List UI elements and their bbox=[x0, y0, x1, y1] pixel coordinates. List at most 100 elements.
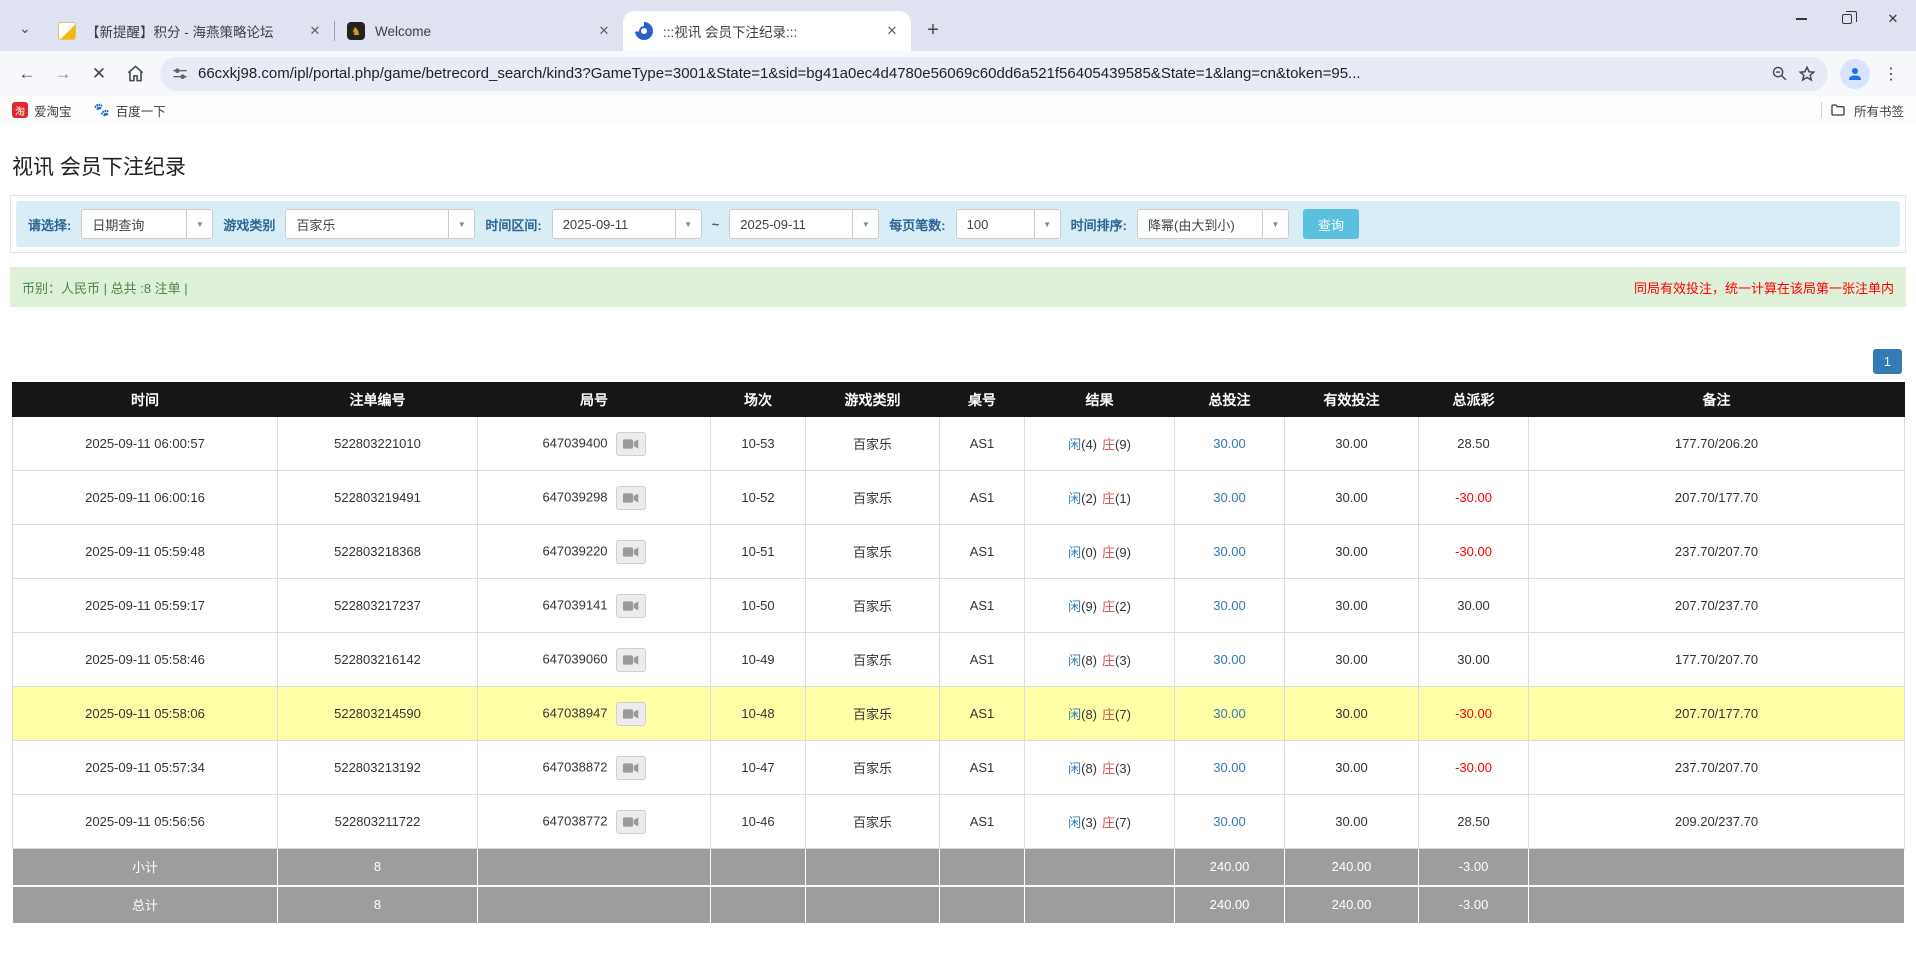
tab-favicon-globe-icon bbox=[635, 22, 653, 40]
bookmark-star-icon[interactable] bbox=[1798, 65, 1816, 83]
per-page-select[interactable]: 100 ▼ bbox=[956, 209, 1061, 239]
zoom-out-icon[interactable] bbox=[1771, 65, 1788, 82]
forward-button[interactable]: → bbox=[46, 57, 80, 91]
game-type-select[interactable]: 百家乐 ▼ bbox=[285, 209, 475, 239]
cell-time: 2025-09-11 05:58:06 bbox=[13, 687, 278, 741]
replay-video-icon-button[interactable] bbox=[616, 540, 646, 564]
url-text[interactable]: 66cxkj98.com/ipl/portal.php/game/betreco… bbox=[198, 65, 1761, 82]
summary-valid-bet: 240.00 bbox=[1285, 849, 1419, 886]
banker-result: 庄 bbox=[1102, 437, 1115, 452]
tab-close-icon[interactable]: ✕ bbox=[306, 22, 324, 40]
cell-session: 10-47 bbox=[711, 741, 806, 795]
cell-valid-bet: 30.00 bbox=[1285, 687, 1419, 741]
taobao-icon: 淘 bbox=[12, 102, 28, 118]
table-header: 总派彩 bbox=[1419, 383, 1529, 417]
chevron-down-icon: ▼ bbox=[1034, 210, 1060, 238]
round-number: 647038872 bbox=[542, 759, 607, 774]
total-bet-link[interactable]: 30.00 bbox=[1213, 760, 1246, 775]
range-separator: ~ bbox=[712, 217, 720, 232]
replay-video-icon-button[interactable] bbox=[616, 648, 646, 672]
address-bar[interactable]: 66cxkj98.com/ipl/portal.php/game/betreco… bbox=[160, 57, 1828, 91]
minimize-button[interactable] bbox=[1778, 0, 1824, 38]
cell-total-bet: 30.00 bbox=[1175, 741, 1285, 795]
total-bet-link[interactable]: 30.00 bbox=[1213, 652, 1246, 667]
page-content: 视讯 会员下注纪录 请选择: 日期查询 ▼ 游戏类别 百家乐 ▼ 时间区间: 2… bbox=[0, 124, 1916, 968]
replay-video-icon-button[interactable] bbox=[616, 810, 646, 834]
table-header: 备注 bbox=[1529, 383, 1905, 417]
cell-note: 207.70/177.70 bbox=[1529, 687, 1905, 741]
cell-round: 647038872 bbox=[478, 741, 711, 795]
cell-valid-bet: 30.00 bbox=[1285, 795, 1419, 849]
cell-time: 2025-09-11 05:58:46 bbox=[13, 633, 278, 687]
time-sort-select[interactable]: 降幂(由大到小) ▼ bbox=[1137, 209, 1289, 239]
cell-time: 2025-09-11 05:57:34 bbox=[13, 741, 278, 795]
cell-round: 647038947 bbox=[478, 687, 711, 741]
banker-result: 庄 bbox=[1102, 707, 1115, 722]
total-bet-link[interactable]: 30.00 bbox=[1213, 814, 1246, 829]
tab-forum[interactable]: 【新提醒】积分 - 海燕策略论坛 ✕ bbox=[46, 11, 334, 51]
replay-video-icon-button[interactable] bbox=[616, 702, 646, 726]
tab-search-chevron-icon[interactable]: ⌄ bbox=[10, 13, 40, 43]
round-number: 647039141 bbox=[542, 597, 607, 612]
cell-note: 177.70/206.20 bbox=[1529, 417, 1905, 471]
table-row: 2025-09-11 05:59:17 522803217237 6470391… bbox=[13, 579, 1905, 633]
baidu-paw-icon: 🐾 bbox=[94, 102, 110, 118]
cell-round: 647039141 bbox=[478, 579, 711, 633]
cell-session: 10-49 bbox=[711, 633, 806, 687]
total-bet-link[interactable]: 30.00 bbox=[1213, 706, 1246, 721]
query-type-select[interactable]: 日期查询 ▼ bbox=[81, 209, 213, 239]
new-tab-button[interactable]: + bbox=[919, 16, 947, 44]
cell-session: 10-53 bbox=[711, 417, 806, 471]
tab-close-icon[interactable]: ✕ bbox=[883, 22, 901, 40]
date-to-select[interactable]: 2025-09-11 ▼ bbox=[729, 209, 879, 239]
home-button[interactable] bbox=[118, 57, 152, 91]
browser-menu-icon[interactable]: ⋮ bbox=[1876, 64, 1906, 84]
cell-result: 闲(9)庄(2) bbox=[1025, 579, 1175, 633]
cell-valid-bet: 30.00 bbox=[1285, 741, 1419, 795]
summary-count: 8 bbox=[278, 849, 478, 886]
site-settings-icon[interactable] bbox=[172, 66, 188, 82]
table-header: 桌号 bbox=[940, 383, 1025, 417]
total-bet-link[interactable]: 30.00 bbox=[1213, 544, 1246, 559]
player-result: 闲 bbox=[1068, 707, 1081, 722]
all-bookmarks[interactable]: 所有书签 bbox=[1821, 101, 1904, 120]
tab-welcome[interactable]: ♞ Welcome ✕ bbox=[335, 11, 623, 51]
cell-payout: 28.50 bbox=[1419, 795, 1529, 849]
info-bar: 币别：人民币 | 总共 :8 注单 | 同局有效投注，统一计算在该局第一张注单内 bbox=[10, 267, 1906, 307]
restore-button[interactable] bbox=[1824, 0, 1870, 38]
cell-payout: -30.00 bbox=[1419, 741, 1529, 795]
cell-payout: 30.00 bbox=[1419, 579, 1529, 633]
table-header: 结果 bbox=[1025, 383, 1175, 417]
replay-video-icon-button[interactable] bbox=[616, 486, 646, 510]
summary-count: 8 bbox=[278, 886, 478, 923]
cell-game: 百家乐 bbox=[806, 633, 940, 687]
page-1-button[interactable]: 1 bbox=[1873, 349, 1902, 374]
page-title: 视讯 会员下注纪录 bbox=[0, 124, 1916, 181]
cell-bet-id: 522803219491 bbox=[278, 471, 478, 525]
tab-bet-records-active[interactable]: :::视讯 会员下注纪录::: ✕ bbox=[623, 11, 911, 51]
cell-table: AS1 bbox=[940, 471, 1025, 525]
stop-loading-button[interactable]: ✕ bbox=[82, 57, 116, 91]
close-button[interactable]: ✕ bbox=[1870, 0, 1916, 38]
summary-label: 总计 bbox=[13, 886, 278, 923]
total-bet-link[interactable]: 30.00 bbox=[1213, 436, 1246, 451]
tab-close-icon[interactable]: ✕ bbox=[595, 22, 613, 40]
cell-game: 百家乐 bbox=[806, 471, 940, 525]
cell-valid-bet: 30.00 bbox=[1285, 417, 1419, 471]
date-from-select[interactable]: 2025-09-11 ▼ bbox=[552, 209, 702, 239]
filter-bar: 请选择: 日期查询 ▼ 游戏类别 百家乐 ▼ 时间区间: 2025-09-11 … bbox=[16, 201, 1900, 247]
back-button[interactable]: ← bbox=[10, 57, 44, 91]
per-page-label: 每页笔数: bbox=[889, 215, 945, 234]
tab-favicon-document-icon bbox=[58, 22, 76, 40]
search-button[interactable]: 查询 bbox=[1303, 209, 1359, 239]
bookmark-taobao[interactable]: 淘 爱淘宝 bbox=[12, 101, 72, 120]
banker-result: 庄 bbox=[1102, 599, 1115, 614]
profile-avatar[interactable] bbox=[1840, 59, 1870, 89]
total-bet-link[interactable]: 30.00 bbox=[1213, 490, 1246, 505]
browser-tab-strip: ⌄ 【新提醒】积分 - 海燕策略论坛 ✕ ♞ Welcome ✕ :::视讯 会… bbox=[0, 0, 1916, 51]
bookmark-baidu[interactable]: 🐾 百度一下 bbox=[94, 101, 166, 120]
replay-video-icon-button[interactable] bbox=[616, 594, 646, 618]
replay-video-icon-button[interactable] bbox=[616, 756, 646, 780]
replay-video-icon-button[interactable] bbox=[616, 432, 646, 456]
total-bet-link[interactable]: 30.00 bbox=[1213, 598, 1246, 613]
